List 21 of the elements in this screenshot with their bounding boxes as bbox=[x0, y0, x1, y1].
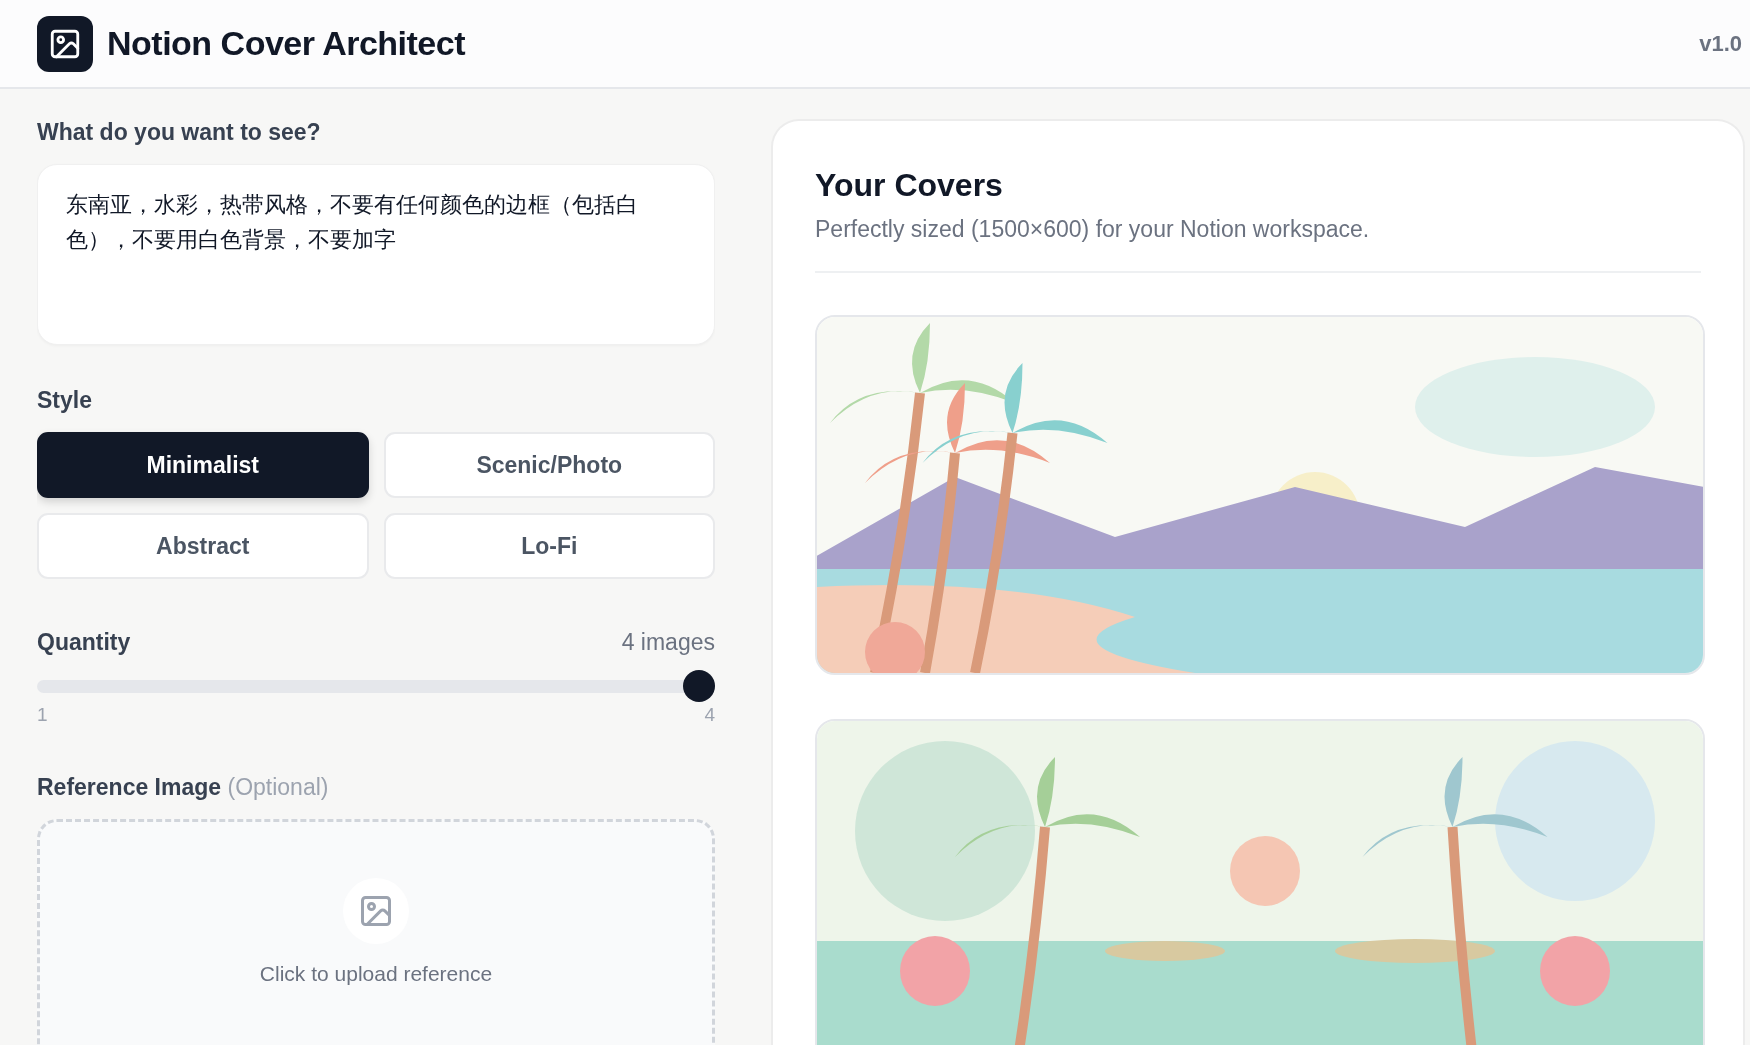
style-label: Style bbox=[37, 387, 93, 414]
prompt-field[interactable]: 东南亚，水彩，热带风格，不要有任何颜色的边框（包括白色），不要用白色背景，不要加字 bbox=[37, 164, 715, 345]
quantity-label: Quantity bbox=[37, 629, 131, 656]
app-title: Notion Cover Architect bbox=[107, 24, 465, 63]
version-label: v1.0 bbox=[1699, 30, 1742, 57]
prompt-label: What do you want to see? bbox=[37, 119, 322, 146]
slider-min-label: 1 bbox=[37, 704, 48, 726]
style-option[interactable]: Lo-Fi bbox=[383, 513, 715, 579]
style-option[interactable]: Minimalist bbox=[37, 432, 369, 498]
slider-thumb[interactable] bbox=[683, 670, 715, 702]
slider-max-label: 4 bbox=[704, 704, 715, 726]
style-option[interactable]: Scenic/Photo bbox=[383, 432, 715, 498]
style-option[interactable]: Abstract bbox=[37, 513, 369, 579]
covers-title: Your Covers bbox=[815, 167, 1004, 204]
quantity-reading: 4 images bbox=[621, 629, 715, 656]
quantity-slider[interactable] bbox=[37, 670, 715, 702]
upload-text: Click to upload reference bbox=[259, 962, 493, 986]
image-icon bbox=[358, 893, 394, 929]
reference-label: Reference Image (Optional) bbox=[37, 774, 330, 801]
covers-subtitle: Perfectly sized (1500×600) for your Notion workspace. bbox=[815, 216, 1701, 273]
upload-dropzone[interactable]: Click to upload reference bbox=[37, 819, 715, 1045]
